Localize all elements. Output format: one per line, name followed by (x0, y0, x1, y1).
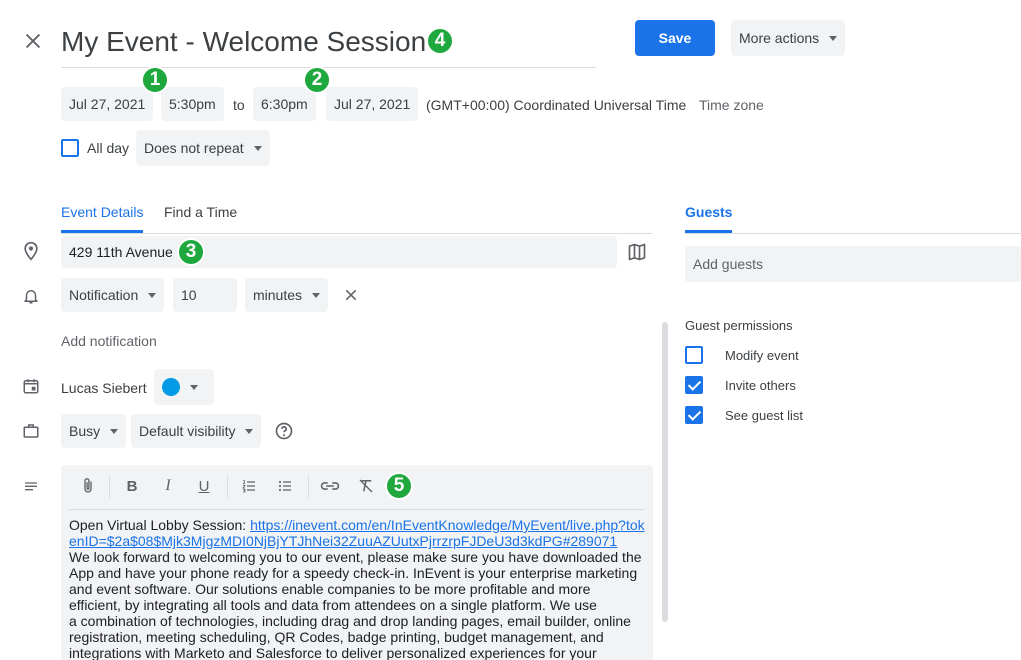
scrollbar-thumb[interactable] (662, 322, 668, 622)
calendar-owner: Lucas Siebert (61, 380, 147, 396)
notification-unit-select[interactable]: minutes (245, 278, 329, 312)
location-pin-icon (21, 241, 41, 261)
close-icon[interactable] (22, 30, 44, 52)
to-label: to (233, 97, 245, 113)
description-intro: Open Virtual Lobby Session: (69, 517, 251, 533)
end-date: Jul 27, 2021 (334, 96, 411, 112)
badge-1: 1 (141, 66, 169, 94)
notification-type-select[interactable]: Notification (61, 278, 165, 312)
guest-permissions-title: Guest permissions (685, 318, 793, 333)
description-text[interactable]: Open Virtual Lobby Session: https://inev… (69, 517, 645, 660)
end-date-button[interactable]: Jul 27, 2021 (326, 87, 419, 121)
numbered-list-icon[interactable] (237, 474, 261, 498)
toolbar-sep (227, 476, 228, 498)
add-guests-input[interactable]: Add guests (685, 246, 1021, 282)
chevron-down-icon (110, 428, 119, 434)
bold-icon[interactable]: B (120, 474, 144, 498)
help-icon[interactable] (274, 421, 294, 441)
chevron-down-icon (829, 35, 838, 41)
bulleted-list-icon[interactable] (273, 474, 297, 498)
notification-unit: minutes (253, 287, 303, 303)
description-line: registration, meeting scheduling, QR Cod… (69, 629, 604, 645)
visibility-value: Default visibility (139, 423, 236, 439)
availability-value: Busy (69, 423, 101, 439)
toolbar-sep (109, 476, 110, 498)
description-icon (22, 479, 40, 495)
availability-select[interactable]: Busy (61, 414, 127, 448)
notification-value-input[interactable]: 10 (173, 278, 237, 312)
description-line: integrations with Marketo and Salesforce… (69, 645, 597, 660)
notification-value: 10 (181, 287, 197, 303)
badge-5: 5 (385, 472, 413, 500)
map-icon[interactable] (627, 242, 647, 262)
all-day-label: All day (87, 140, 130, 156)
location-value: 429 11th Avenue (69, 244, 173, 260)
modify-event-checkbox[interactable] (685, 346, 703, 364)
repeat-select[interactable]: Does not repeat (136, 130, 270, 166)
save-button[interactable]: Save (635, 20, 715, 56)
badge-3: 3 (177, 238, 205, 266)
end-time: 6:30pm (261, 96, 308, 112)
more-actions-label: More actions (739, 30, 820, 46)
underline-icon[interactable]: U (192, 474, 216, 498)
invite-others-checkbox[interactable] (685, 376, 703, 394)
description-line: efficient, by integrating all tools and … (69, 597, 597, 613)
bell-icon (22, 286, 40, 306)
tab-label: Find a Time (164, 204, 238, 220)
start-date: Jul 27, 2021 (69, 96, 146, 112)
chevron-down-icon (253, 145, 262, 151)
tab-event-details[interactable]: Event Details (61, 204, 144, 233)
briefcase-icon (21, 422, 41, 440)
invite-others-label: Invite others (725, 378, 796, 393)
all-day-checkbox[interactable] (61, 139, 79, 157)
link-icon[interactable] (318, 474, 342, 498)
italic-icon[interactable]: I (156, 474, 180, 498)
notification-type: Notification (69, 287, 139, 303)
color-dot (162, 378, 180, 396)
add-notification-link[interactable]: Add notification (61, 333, 157, 349)
attachment-icon[interactable] (76, 474, 100, 498)
save-label: Save (658, 30, 692, 46)
event-title: My Event - Welcome Session (61, 26, 427, 57)
tabs-divider (61, 233, 652, 234)
repeat-value: Does not repeat (144, 140, 244, 156)
visibility-select[interactable]: Default visibility (131, 414, 262, 448)
location-input[interactable]: 429 11th Avenue (61, 236, 617, 268)
chevron-down-icon (312, 292, 321, 298)
remove-notification-icon[interactable] (343, 287, 359, 303)
description-line: We look forward to welcoming you to our … (69, 549, 642, 565)
start-date-button[interactable]: Jul 27, 2021 (61, 87, 154, 121)
calendar-icon (22, 377, 40, 395)
add-guests-placeholder: Add guests (693, 256, 764, 272)
toolbar-sep (308, 476, 309, 498)
timezone-text: (GMT+00:00) Coordinated Universal Time (426, 97, 687, 113)
tab-guests[interactable]: Guests (685, 204, 733, 233)
tab-label: Guests (685, 204, 733, 220)
toolbar-divider (69, 509, 645, 510)
event-title-input[interactable]: My Event - Welcome Session (61, 22, 596, 68)
badge-2: 2 (303, 66, 331, 94)
modify-event-label: Modify event (725, 348, 799, 363)
chevron-down-icon (148, 292, 157, 298)
tab-find-a-time[interactable]: Find a Time (164, 204, 237, 220)
calendar-color-select[interactable] (154, 369, 214, 405)
description-line: App and have your phone ready for a spee… (69, 565, 638, 581)
see-guest-list-label: See guest list (725, 408, 804, 423)
more-actions-button[interactable]: More actions (731, 20, 846, 56)
timezone-link[interactable]: Time zone (699, 97, 764, 113)
see-guest-list-checkbox[interactable] (685, 406, 703, 424)
start-time-button[interactable]: 5:30pm (161, 87, 224, 121)
guests-divider (685, 233, 1021, 234)
description-line: a combination of technologies, including… (69, 613, 631, 629)
start-time: 5:30pm (169, 96, 216, 112)
end-time-button[interactable]: 6:30pm (253, 87, 316, 121)
clear-formatting-icon[interactable] (354, 474, 378, 498)
chevron-down-icon (190, 384, 198, 390)
badge-4: 4 (426, 27, 454, 55)
tab-label: Event Details (61, 204, 144, 220)
description-line: and event software. Our solutions enable… (69, 581, 591, 597)
chevron-down-icon (245, 428, 254, 434)
